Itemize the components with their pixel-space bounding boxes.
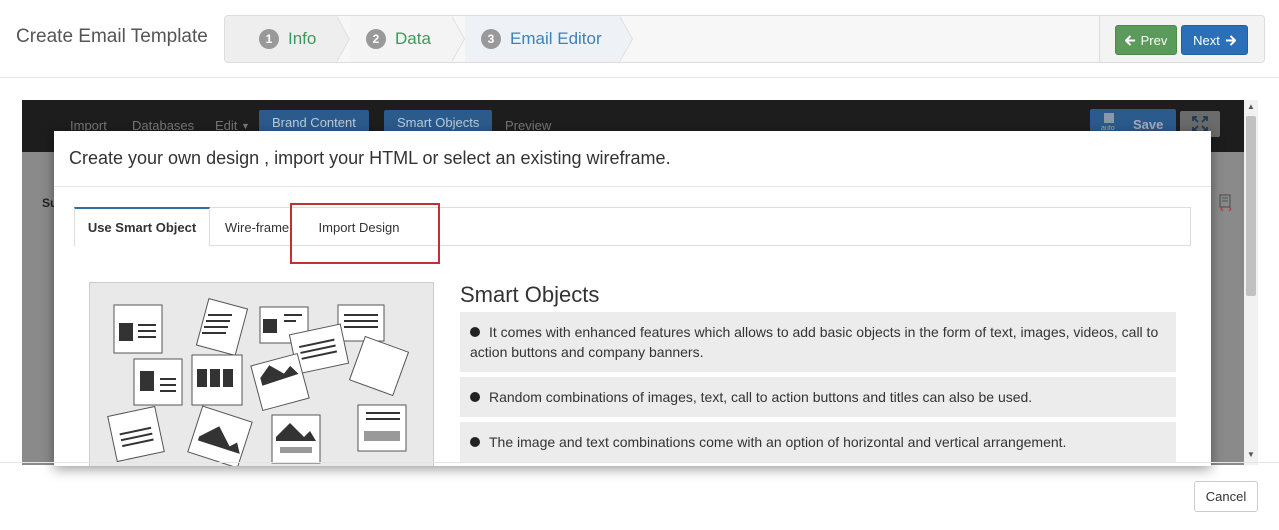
tab-use-smart-object[interactable]: Use Smart Object: [74, 207, 210, 247]
step-label: Email Editor: [510, 29, 602, 48]
wizard-actions: Prev Next: [1099, 16, 1264, 62]
design-tabs: Use Smart Object Wire-frame Import Desig…: [74, 207, 1191, 247]
feature-item: It comes with enhanced features which al…: [460, 312, 1176, 372]
bullet-icon: [470, 437, 480, 447]
feature-text: It comes with enhanced features which al…: [470, 324, 1159, 360]
modal-title: Create your own design , import your HTM…: [69, 148, 671, 168]
code-file-icon[interactable]: [1219, 194, 1233, 212]
step-number: 3: [481, 29, 501, 49]
step-label: Info: [288, 29, 317, 48]
caret-down-icon: ▼: [241, 121, 250, 131]
prev-button[interactable]: Prev: [1115, 25, 1177, 55]
save-label: Save: [1133, 117, 1164, 132]
top-bar: Create Email Template 1 Info 2 Data 3 Em…: [0, 0, 1279, 78]
feature-item: The image and text combinations come wit…: [460, 422, 1176, 462]
cancel-button[interactable]: Cancel: [1194, 481, 1258, 512]
wizard-step-data[interactable]: 2 Data: [350, 16, 452, 62]
next-button[interactable]: Next: [1181, 25, 1248, 55]
arrow-left-icon: [1124, 34, 1135, 46]
bullet-icon: [470, 327, 480, 337]
wizard-step-info[interactable]: 1 Info: [225, 16, 337, 62]
prev-label: Prev: [1140, 32, 1168, 48]
tab-wire-frame[interactable]: Wire-frame: [215, 207, 299, 247]
feature-item: Random combinations of images, text, cal…: [460, 377, 1176, 417]
scroll-thumb[interactable]: [1246, 116, 1256, 296]
expand-icon: [1192, 116, 1208, 132]
step-label: Data: [395, 29, 431, 48]
smart-objects-illustration: [89, 282, 434, 466]
step-number: 1: [259, 29, 279, 49]
modal-header: Create your own design , import your HTM…: [54, 131, 1211, 187]
step-separator: [451, 16, 464, 62]
page-title: Create Email Template: [16, 26, 208, 47]
feature-text: The image and text combinations come wit…: [489, 434, 1067, 450]
smart-objects-image: [107, 298, 410, 466]
wizard-step-email-editor[interactable]: 3 Email Editor: [465, 16, 620, 62]
section-title: Smart Objects: [460, 282, 600, 307]
scroll-down-icon[interactable]: ▼: [1247, 450, 1255, 459]
bullet-icon: [470, 392, 480, 402]
wizard-steps: 1 Info 2 Data 3 Email Editor Prev Next: [224, 15, 1265, 63]
save-icon: [1104, 113, 1114, 123]
next-label: Next: [1193, 32, 1220, 48]
step-number: 2: [366, 29, 386, 49]
design-modal: Create your own design , import your HTM…: [54, 131, 1211, 466]
arrow-right-icon: [1225, 34, 1236, 46]
footer-divider: [0, 462, 1279, 463]
highlight-annotation: [290, 203, 440, 264]
feature-text: Random combinations of images, text, cal…: [489, 389, 1033, 405]
scrollbar[interactable]: ▲ ▼: [1244, 100, 1258, 465]
step-separator: [336, 16, 349, 62]
scroll-up-icon[interactable]: ▲: [1247, 102, 1255, 111]
step-separator: [619, 16, 632, 62]
